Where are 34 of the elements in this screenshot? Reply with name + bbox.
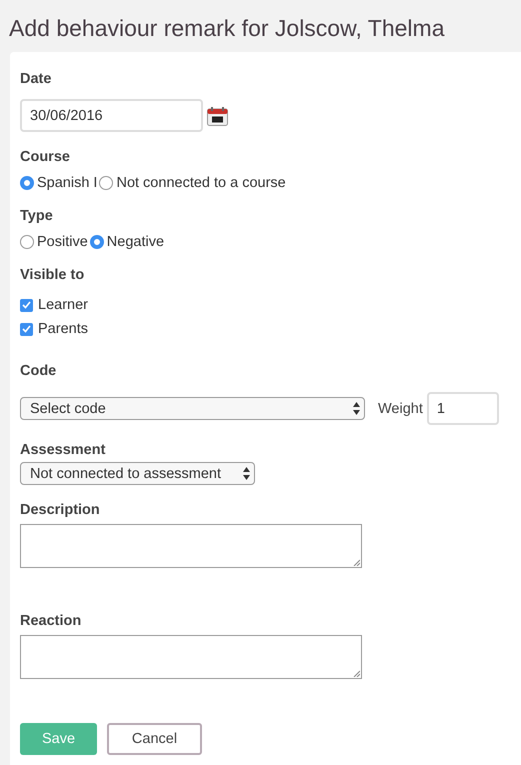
field-label: Reaction (20, 613, 82, 629)
date-field[interactable]: 30/06/2016 (20, 99, 203, 132)
reaction-field[interactable] (20, 635, 362, 679)
resize-grip-icon[interactable] (353, 559, 360, 566)
option-label: Spanish I (37, 175, 98, 191)
assessment-select[interactable]: Not connected to assessment (20, 462, 255, 485)
radio-button[interactable] (20, 235, 34, 249)
cancel-button[interactable]: Cancel (107, 723, 202, 755)
radio-button[interactable] (20, 176, 34, 190)
field-label: Assessment (20, 442, 106, 458)
option-label: Negative (106, 234, 164, 250)
option-label: Learner (38, 297, 88, 313)
code-select[interactable]: Select code (20, 397, 365, 420)
field-label: Weight (378, 400, 423, 416)
description-field[interactable] (20, 524, 362, 568)
radio-button[interactable] (99, 176, 114, 190)
field-label: Type (20, 208, 53, 224)
page-title: Add behaviour remark for Jolscow, Thelma (8, 14, 446, 43)
option-label: Not connected to a course (116, 175, 286, 191)
stepper-arrows-icon (243, 467, 250, 480)
stepper-arrows-icon (353, 402, 360, 415)
option-label: Positive (37, 234, 88, 250)
field-label: Date (20, 71, 52, 87)
field-label: Course (20, 149, 70, 165)
field-label: Visible to (20, 267, 84, 283)
checkbox[interactable] (20, 298, 33, 312)
calendar-icon[interactable] (207, 106, 228, 126)
checkbox[interactable] (20, 322, 33, 336)
resize-grip-icon[interactable] (353, 670, 360, 677)
option-label: Parents (38, 321, 88, 337)
field-label: Code (20, 363, 56, 379)
weight-field[interactable]: 1 (426, 392, 499, 425)
field-label: Description (20, 502, 100, 518)
radio-button[interactable] (90, 235, 104, 249)
